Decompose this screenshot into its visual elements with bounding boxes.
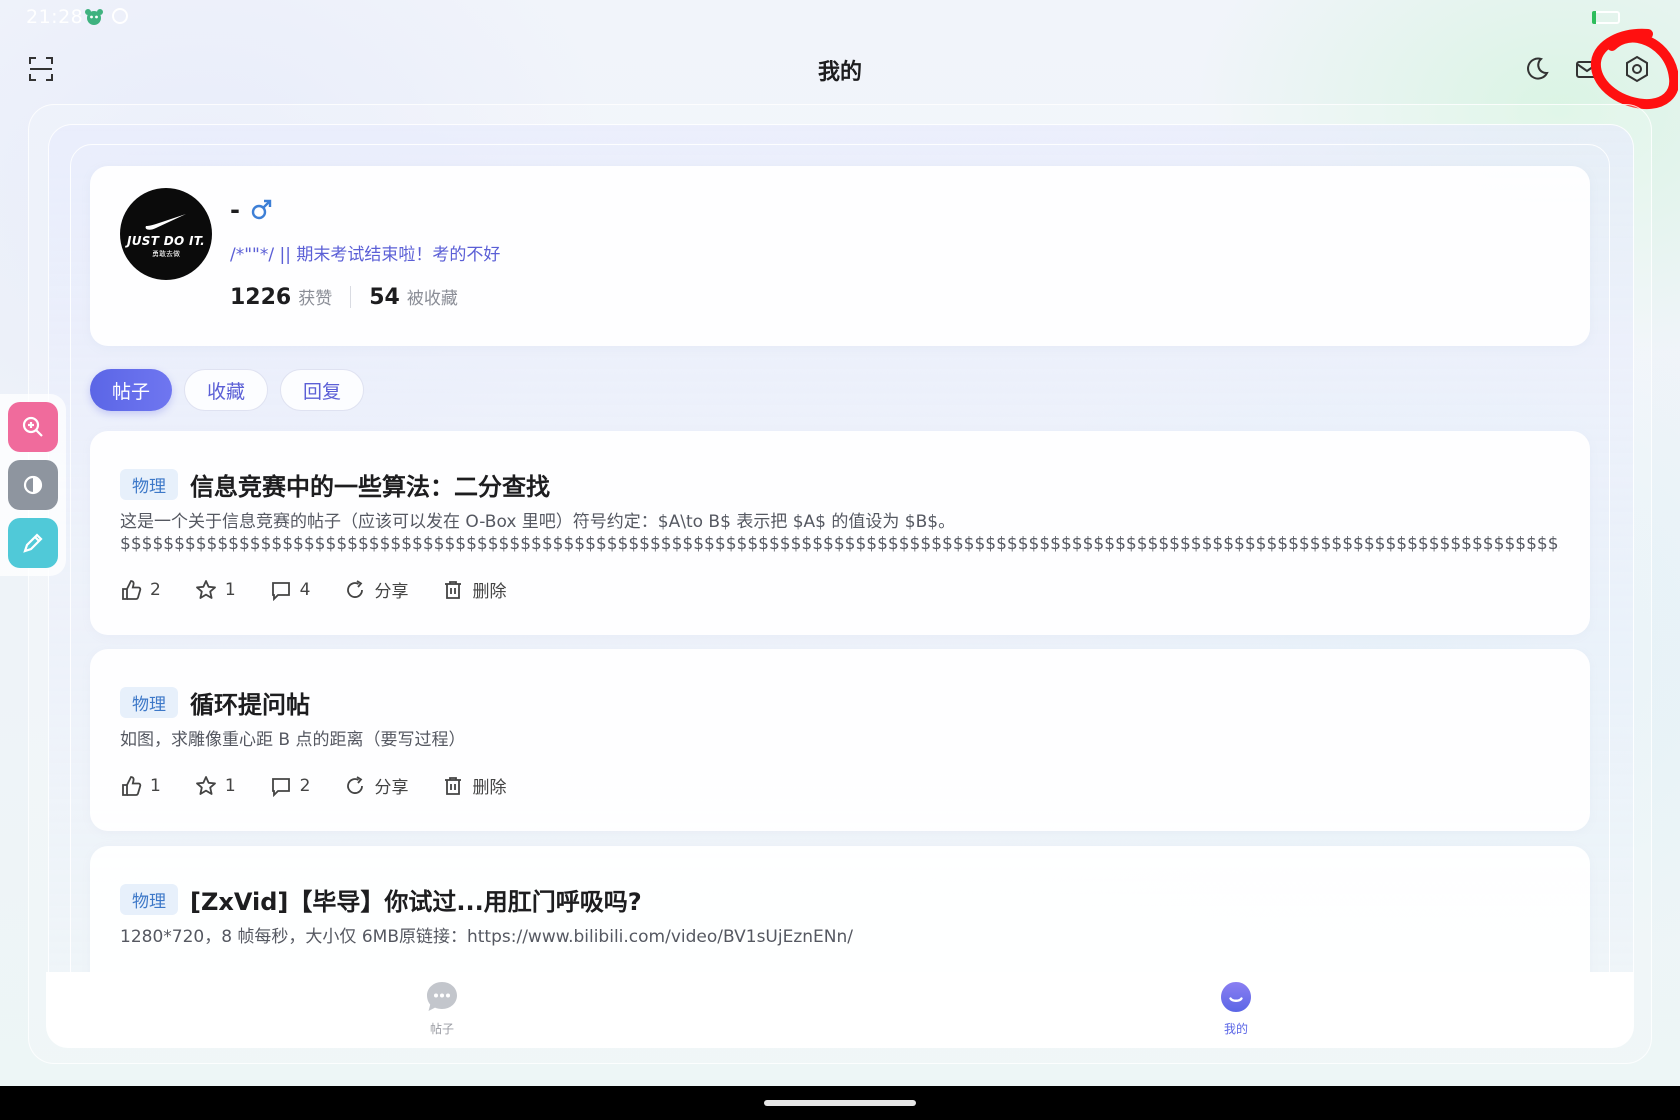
favorited-label: 被收藏 bbox=[406, 289, 458, 309]
post-title[interactable]: [ZxVid]【毕导】你试过...用肛门呼吸吗? bbox=[190, 882, 642, 917]
page-title: 我的 bbox=[817, 60, 862, 85]
post-tag[interactable]: 物理 bbox=[120, 687, 178, 718]
share-button[interactable]: 分享 bbox=[344, 577, 408, 602]
post-actions: 2 1 4 分享 删除 bbox=[120, 577, 506, 602]
like-button[interactable]: 2 bbox=[120, 579, 161, 601]
favorite-count: 1 bbox=[224, 579, 236, 600]
pen-button[interactable] bbox=[8, 518, 58, 568]
tab-posts[interactable]: 帖子 bbox=[90, 369, 173, 411]
comment-button[interactable]: 4 bbox=[270, 579, 311, 601]
favorite-button[interactable]: 1 bbox=[195, 775, 236, 797]
likes-label: 获赞 bbox=[298, 289, 333, 309]
tab-replies[interactable]: 回复 bbox=[280, 369, 365, 411]
sync-status-icon bbox=[112, 8, 128, 24]
post-actions: 1 1 2 分享 删除 bbox=[120, 773, 506, 798]
comment-button[interactable]: 2 bbox=[270, 775, 311, 797]
share-icon bbox=[347, 579, 364, 598]
nav-posts[interactable]: 帖子 bbox=[402, 980, 482, 1037]
app-notification-icon bbox=[85, 9, 103, 25]
home-indicator[interactable] bbox=[764, 1100, 916, 1106]
profile-tabs: 帖子 收藏 回复 bbox=[90, 369, 365, 411]
battery-icon bbox=[1592, 11, 1620, 24]
trash-icon bbox=[445, 580, 462, 599]
male-gender-icon bbox=[251, 199, 272, 220]
thumbs-up-icon bbox=[122, 775, 142, 796]
post-head: 物理 [ZxVid]【毕导】你试过...用肛门呼吸吗? bbox=[120, 882, 642, 917]
nav-mine[interactable]: 我的 bbox=[1196, 980, 1276, 1037]
avatar-subtext: 勇敢去做 bbox=[152, 249, 180, 258]
tab-favorites[interactable]: 收藏 bbox=[184, 369, 269, 411]
messages-button[interactable] bbox=[1570, 52, 1604, 86]
delete-label: 删除 bbox=[472, 582, 507, 602]
share-label: 分享 bbox=[374, 582, 409, 602]
trash-icon bbox=[445, 776, 462, 795]
system-gesture-bar bbox=[0, 1086, 1680, 1120]
delete-label: 删除 bbox=[472, 778, 507, 798]
post-card[interactable]: 物理 循环提问帖 如图，求雕像重心距 B 点的距离（要写过程） 1 1 2 分享… bbox=[90, 649, 1590, 831]
post-title[interactable]: 信息竞赛中的一些算法：二分查找 bbox=[190, 467, 550, 502]
status-time: 21:28 bbox=[26, 6, 84, 28]
share-icon bbox=[347, 775, 364, 794]
favorite-count: 1 bbox=[224, 775, 236, 796]
likes-count: 1226 bbox=[230, 285, 292, 310]
comment-icon bbox=[271, 777, 290, 797]
delete-button[interactable]: 删除 bbox=[442, 577, 506, 602]
nav-mine-label: 我的 bbox=[1223, 1022, 1248, 1036]
dark-mode-button[interactable] bbox=[1520, 52, 1554, 86]
pen-icon bbox=[23, 533, 43, 553]
nav-posts-label: 帖子 bbox=[429, 1022, 454, 1036]
star-icon bbox=[195, 775, 216, 795]
share-label: 分享 bbox=[374, 778, 409, 798]
post-summary: 1280*720，8 帧每秒，大小仅 6MB原链接：https://www.bi… bbox=[120, 927, 853, 947]
settings-icon bbox=[1626, 55, 1648, 83]
favorited-count: 54 bbox=[369, 285, 400, 310]
post-tag[interactable]: 物理 bbox=[120, 884, 178, 915]
zoom-button[interactable] bbox=[8, 402, 58, 452]
profile-name: - bbox=[230, 196, 240, 224]
moon-icon bbox=[1527, 57, 1549, 80]
swoosh-logo-icon bbox=[145, 213, 186, 230]
thumbs-up-icon bbox=[122, 579, 142, 600]
avatar[interactable]: JUST DO IT. 勇敢去做 bbox=[120, 188, 212, 280]
like-button[interactable]: 1 bbox=[120, 775, 161, 797]
post-summary: 这是一个关于信息竞赛的帖子（应该可以发在 O-Box 里吧）符号约定：$A\to… bbox=[120, 512, 1560, 554]
mail-icon bbox=[1576, 61, 1598, 78]
delete-button[interactable]: 删除 bbox=[442, 773, 506, 798]
status-bar: 21:28 bbox=[0, 0, 1680, 36]
like-count: 2 bbox=[150, 579, 161, 600]
settings-button[interactable] bbox=[1620, 52, 1654, 86]
post-title[interactable]: 循环提问帖 bbox=[190, 685, 310, 720]
post-summary: 如图，求雕像重心距 B 点的距离（要写过程） bbox=[120, 730, 466, 750]
favorite-button[interactable]: 1 bbox=[195, 579, 236, 601]
profile-bio: /*""*/ || 期末考试结束啦！考的不好 bbox=[230, 245, 501, 265]
star-icon bbox=[195, 579, 216, 599]
profile-stats: 1226 获赞 54 被收藏 bbox=[230, 284, 458, 310]
post-head: 物理 循环提问帖 bbox=[120, 685, 310, 720]
post-card[interactable]: 物理 信息竞赛中的一些算法：二分查找 这是一个关于信息竞赛的帖子（应该可以发在 … bbox=[90, 431, 1590, 635]
chat-bubble-icon bbox=[427, 982, 457, 1011]
bottom-nav: 帖子 我的 bbox=[46, 972, 1634, 1048]
zoom-in-icon bbox=[22, 416, 43, 437]
comment-count: 4 bbox=[299, 579, 311, 600]
share-button[interactable]: 分享 bbox=[344, 773, 408, 798]
avatar-slogan: JUST DO IT. bbox=[126, 233, 206, 248]
floating-toolbar bbox=[0, 394, 66, 576]
post-tag[interactable]: 物理 bbox=[120, 469, 178, 500]
top-bar: 我的 bbox=[0, 36, 1680, 106]
profile-card: JUST DO IT. 勇敢去做 - /*""*/ || 期末考试结束啦！考的不… bbox=[90, 166, 1590, 346]
profile-icon bbox=[1221, 982, 1251, 1012]
comment-icon bbox=[271, 581, 290, 601]
post-head: 物理 信息竞赛中的一些算法：二分查找 bbox=[120, 467, 550, 502]
profile-name-row: - bbox=[230, 196, 272, 224]
contrast-icon bbox=[23, 475, 43, 495]
like-count: 1 bbox=[150, 775, 161, 796]
comment-count: 2 bbox=[299, 775, 311, 796]
stat-divider bbox=[350, 286, 352, 308]
contrast-button[interactable] bbox=[8, 460, 58, 510]
